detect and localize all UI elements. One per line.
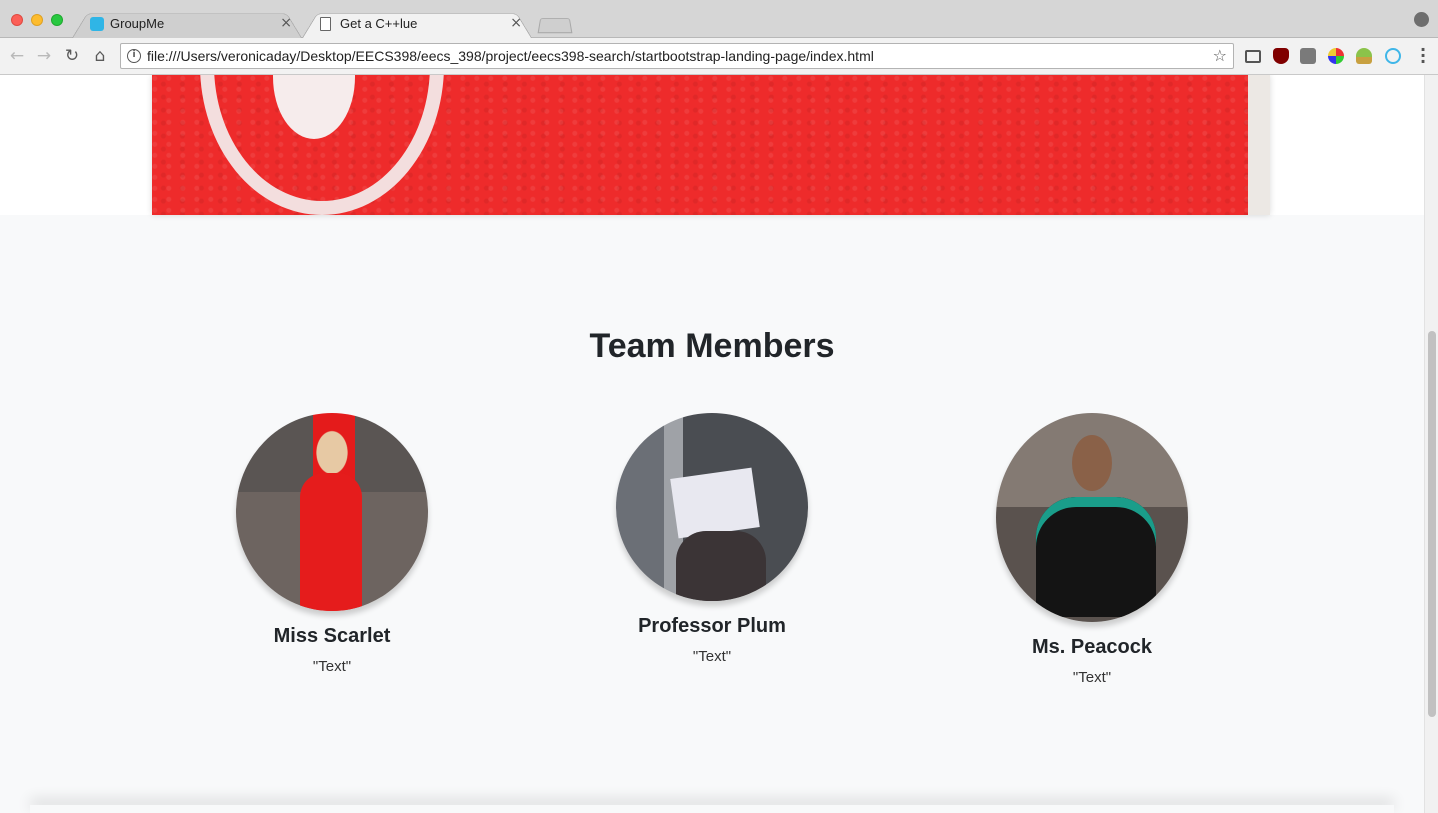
tab-groupme[interactable]: GroupMe × [72,9,302,38]
avatar [996,413,1188,622]
scrollbar-thumb[interactable] [1428,331,1436,717]
section-title: Team Members [589,327,835,365]
next-section-edge [30,805,1394,813]
extension-icon[interactable] [1300,48,1316,64]
menu-icon[interactable]: · · · [1420,42,1426,70]
close-icon[interactable]: × [510,9,522,38]
vertical-scrollbar[interactable] [1424,75,1438,813]
page-viewport: Team Members Miss Scarlet "Text" Profess… [0,75,1424,813]
cast-icon[interactable] [1245,50,1261,63]
browser-titlebar: GroupMe × Get a C++lue × [0,0,1438,38]
forward-arrow-icon[interactable]: → [32,44,56,68]
avatar [616,413,808,601]
hero-section [0,75,1424,215]
close-window-button[interactable] [11,14,23,26]
color-extension-icon[interactable] [1328,48,1344,64]
member-name: Miss Scarlet [273,625,391,647]
plant-extension-icon[interactable] [1356,48,1372,64]
hero-image [152,75,1270,215]
groupme-icon [90,17,104,31]
team-member-card: Professor Plum "Text" [582,413,842,665]
profile-icon[interactable] [1414,12,1429,27]
member-name: Ms. Peacock [1031,636,1153,658]
home-icon[interactable]: ⌂ [88,44,112,68]
browser-toolbar: ← → ↻ ⌂ i file:///Users/veronicaday/Desk… [0,38,1438,75]
zoom-window-button[interactable] [51,14,63,26]
team-member-card: Ms. Peacock "Text" [962,413,1222,686]
circle-extension-icon[interactable] [1385,48,1401,64]
member-quote: "Text" [692,648,732,665]
team-member-card: Miss Scarlet "Text" [202,413,462,675]
member-quote: "Text" [312,658,352,675]
tab-get-a-clue[interactable]: Get a C++lue × [302,9,532,38]
close-icon[interactable]: × [280,9,292,38]
new-tab-button[interactable] [537,17,573,34]
info-icon[interactable]: i [127,49,141,63]
url-text[interactable]: file:///Users/veronicaday/Desktop/EECS39… [147,44,874,68]
ublock-extension-icon[interactable] [1273,48,1289,64]
minimize-window-button[interactable] [31,14,43,26]
tab-label: Get a C++lue [340,16,418,31]
bookmark-star-icon[interactable]: ☆ [1213,45,1227,67]
back-arrow-icon[interactable]: ← [5,44,29,68]
member-name: Professor Plum [638,615,786,637]
address-bar[interactable]: i file:///Users/veronicaday/Desktop/EECS… [120,43,1234,69]
avatar [236,413,428,611]
reload-icon[interactable]: ↻ [60,44,84,68]
document-icon [320,17,331,31]
tab-label: GroupMe [110,16,165,31]
member-quote: "Text" [1072,669,1112,686]
